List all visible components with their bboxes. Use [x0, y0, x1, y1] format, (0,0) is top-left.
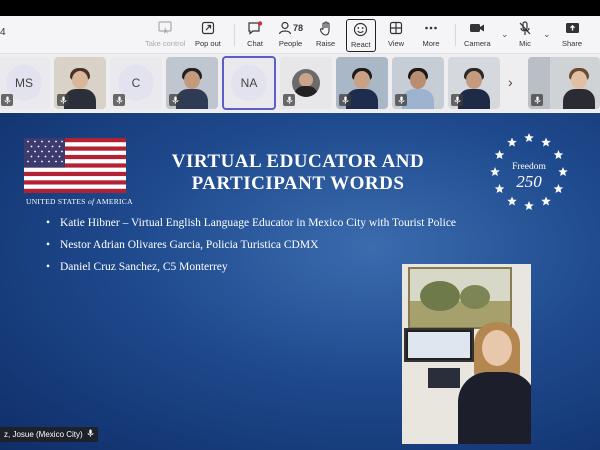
muted-mic-icon — [395, 94, 407, 106]
star-icon — [494, 184, 505, 194]
raise-hand-button[interactable]: Raise — [316, 19, 335, 52]
view-grid-icon — [387, 19, 405, 37]
muted-mic-icon — [1, 94, 13, 106]
speaker-name-tag: z, Josue (Mexico City) — [0, 427, 98, 442]
participant-tile[interactable]: C — [110, 57, 162, 109]
participant-tile[interactable] — [166, 57, 218, 109]
muted-mic-icon — [531, 94, 543, 106]
us-flag-icon — [24, 138, 126, 193]
chat-icon — [246, 19, 264, 37]
more-dots-icon — [422, 19, 440, 37]
muted-mic-icon — [451, 94, 463, 106]
toolbar-divider — [455, 24, 456, 46]
avatar: NA — [231, 65, 267, 101]
camera-button[interactable]: Camera — [464, 19, 491, 52]
speaker-photo — [402, 264, 531, 444]
star-icon — [507, 196, 517, 206]
freedom-number: 250 — [516, 172, 542, 191]
react-button[interactable]: React — [346, 19, 376, 52]
star-icon — [541, 196, 551, 206]
slide-title: VIRTUAL EDUCATOR AND PARTICIPANT WORDS — [171, 151, 425, 194]
muted-mic-icon — [283, 94, 295, 106]
people-icon — [278, 21, 292, 35]
star-icon — [553, 150, 564, 160]
participant-tile[interactable] — [54, 57, 106, 109]
participant-tile[interactable] — [280, 57, 332, 109]
smiley-icon — [352, 20, 370, 38]
bullet-item: Katie Hibner – Virtual English Language … — [46, 217, 456, 229]
muted-mic-icon — [87, 427, 94, 442]
star-icon — [524, 201, 534, 211]
participant-tile[interactable]: MS — [0, 57, 50, 109]
bullet-item: Daniel Cruz Sanchez, C5 Monterrey — [46, 261, 456, 273]
pop-out-button[interactable]: Pop out — [195, 19, 221, 52]
take-control-icon — [156, 19, 174, 37]
camera-icon — [468, 19, 486, 37]
muted-mic-icon — [169, 94, 181, 106]
participant-tile-selected[interactable]: NA — [222, 56, 276, 110]
participant-tile[interactable] — [392, 57, 444, 109]
star-icon — [490, 167, 500, 177]
participant-tile[interactable] — [448, 57, 500, 109]
participant-gallery: MS C NA › — [0, 54, 600, 112]
meeting-timer: 4 — [0, 27, 6, 38]
freedom-text: Freedom — [512, 162, 546, 172]
view-button[interactable]: View — [387, 19, 405, 52]
mic-muted-icon — [516, 19, 534, 37]
star-icon — [541, 137, 551, 147]
more-button[interactable]: More — [422, 19, 440, 52]
star-icon — [558, 167, 568, 177]
pop-out-icon — [199, 19, 217, 37]
muted-mic-icon — [339, 94, 351, 106]
meeting-toolbar: 4 Take control Pop out Chat 78 People Ra… — [0, 16, 600, 54]
star-icon — [524, 133, 534, 143]
shared-slide: UNITED STATES of AMERICA VIRTUAL EDUCATO… — [0, 113, 600, 450]
camera-options-chevron-icon[interactable]: ⌄ — [501, 29, 509, 40]
star-icon — [507, 137, 517, 147]
people-count: 78 — [293, 23, 304, 33]
participant-tile[interactable] — [336, 57, 388, 109]
star-icon — [553, 184, 564, 194]
bullet-item: Nestor Adrian Olivares Garcia, Policia T… — [46, 239, 456, 251]
top-bar — [0, 0, 600, 16]
mic-options-chevron-icon[interactable]: ⌄ — [543, 29, 551, 40]
star-icon — [494, 150, 505, 160]
participant-tile[interactable] — [528, 57, 600, 109]
usa-caption: UNITED STATES of AMERICA — [26, 197, 133, 206]
bullet-list: Katie Hibner – Virtual English Language … — [46, 217, 456, 283]
share-button[interactable]: Share — [562, 19, 582, 52]
muted-mic-icon — [57, 94, 69, 106]
mic-button[interactable]: Mic — [516, 19, 534, 52]
people-button[interactable]: 78 People — [278, 19, 303, 52]
gallery-next-arrow-icon[interactable]: › — [508, 74, 513, 90]
share-icon — [563, 19, 581, 37]
participant-photo — [292, 69, 320, 97]
toolbar-divider — [234, 24, 235, 46]
muted-mic-icon — [113, 94, 125, 106]
hand-icon — [317, 19, 335, 37]
take-control-button[interactable]: Take control — [145, 19, 185, 52]
participant-video — [562, 65, 596, 109]
chat-button[interactable]: Chat — [246, 19, 264, 52]
freedom-250-logo: Freedom 250 — [490, 133, 568, 211]
